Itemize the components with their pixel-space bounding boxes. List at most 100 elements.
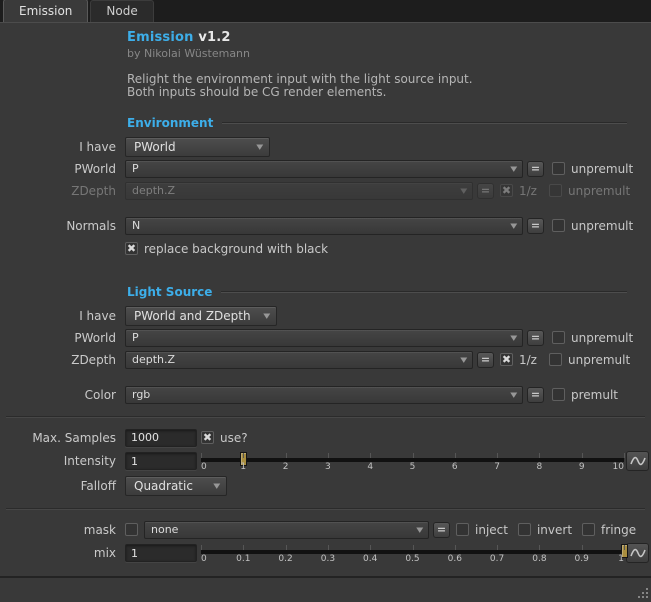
- ls-zdepth-inverse-checkbox[interactable]: ✖: [500, 353, 513, 366]
- ls-pworld-unpremult-checkbox[interactable]: [552, 331, 565, 344]
- slider-tick: [370, 545, 371, 550]
- group-divider: [6, 508, 645, 510]
- slider-tick: [455, 453, 456, 458]
- slider-tick-label: 0.5: [405, 554, 419, 564]
- ls-zdepth-value: depth.Z: [132, 353, 175, 366]
- slider-tick-label: 6: [452, 462, 458, 472]
- slider-tick: [328, 545, 329, 550]
- slider-tick-label: 0: [201, 554, 207, 564]
- env-pworld-unpremult-label: unpremult: [571, 162, 633, 176]
- slider-tick-label: 2: [283, 462, 289, 472]
- slider-tick-label: 1: [240, 462, 246, 472]
- env-pworld-row: PWorld P ▼ = unpremult: [0, 159, 649, 178]
- chevron-down-icon: ▼: [510, 165, 517, 173]
- ls-pworld-value: P: [132, 331, 139, 344]
- slider-tick: [370, 453, 371, 458]
- light-source-section-title: Light Source: [127, 285, 212, 299]
- env-normals-channel-dropdown[interactable]: N ▼: [125, 217, 523, 235]
- chevron-down-icon: ▼: [460, 187, 467, 195]
- slider-tick-label: 5: [410, 462, 416, 472]
- max-samples-use-checkbox[interactable]: ✖: [201, 431, 214, 444]
- env-pworld-label: PWorld: [0, 162, 125, 176]
- ls-ihave-value: PWorld and ZDepth: [134, 309, 251, 323]
- intensity-label: Intensity: [0, 454, 125, 468]
- falloff-dropdown[interactable]: Quadratic ▼: [125, 476, 227, 496]
- env-normals-equals-button[interactable]: =: [527, 218, 544, 234]
- ls-color-premult-checkbox[interactable]: [552, 388, 565, 401]
- ls-zdepth-channel-dropdown[interactable]: depth.Z ▼: [125, 351, 473, 369]
- chevron-down-icon: ▼: [510, 334, 517, 342]
- fringe-checkbox[interactable]: [582, 523, 595, 536]
- ls-zdepth-inverse-label: 1/z: [519, 353, 537, 367]
- env-pworld-channel-dropdown[interactable]: P ▼: [125, 160, 523, 178]
- env-pworld-equals-button[interactable]: =: [527, 161, 544, 177]
- ls-pworld-unpremult-label: unpremult: [571, 331, 633, 345]
- mask-channel-dropdown[interactable]: none ▼: [144, 521, 429, 539]
- ls-pworld-row: PWorld P ▼ = unpremult: [0, 328, 649, 347]
- ls-ihave-dropdown[interactable]: PWorld and ZDepth ▼: [125, 306, 277, 326]
- inject-checkbox[interactable]: [456, 523, 469, 536]
- page-title: Emission v1.2: [127, 30, 651, 45]
- intensity-input[interactable]: [125, 452, 197, 470]
- author-byline: by Nikolai Wüstemann: [127, 47, 651, 60]
- resize-grip-icon[interactable]: [636, 586, 649, 599]
- slider-tick: [582, 545, 583, 550]
- env-zdepth-unpremult-checkbox: [549, 184, 562, 197]
- env-replace-bg-row: ✖ replace background with black: [0, 239, 649, 258]
- slider-tick: [201, 545, 202, 550]
- ls-pworld-channel-dropdown[interactable]: P ▼: [125, 329, 523, 347]
- env-ihave-dropdown[interactable]: PWorld ▼: [125, 137, 270, 157]
- slider-tick-label: 0.6: [448, 554, 462, 564]
- mix-curve-editor-button[interactable]: [626, 543, 649, 563]
- ls-color-row: Color rgb ▼ = premult: [0, 385, 649, 404]
- slider-tick: [243, 453, 244, 458]
- ls-zdepth-row: ZDepth depth.Z ▼ = ✖ 1/z unpremult: [0, 350, 649, 369]
- mix-label: mix: [0, 546, 125, 560]
- ls-zdepth-unpremult-checkbox[interactable]: [549, 353, 562, 366]
- env-zdepth-channel-dropdown: depth.Z ▼: [125, 182, 473, 200]
- mask-equals-button[interactable]: =: [433, 522, 450, 538]
- mix-slider[interactable]: 00.10.20.30.40.50.60.70.80.91: [201, 542, 624, 564]
- slider-tick: [286, 545, 287, 550]
- env-pworld-value: P: [132, 162, 139, 175]
- replace-background-label: replace background with black: [144, 242, 328, 256]
- tab-emission[interactable]: Emission: [3, 0, 88, 22]
- max-samples-input[interactable]: [125, 429, 197, 447]
- slider-tick: [243, 545, 244, 550]
- mask-value: none: [151, 523, 178, 536]
- env-ihave-value: PWorld: [134, 140, 176, 154]
- chevron-down-icon: ▼: [416, 526, 423, 534]
- ls-color-premult-label: premult: [571, 388, 618, 402]
- intensity-curve-editor-button[interactable]: [626, 451, 649, 471]
- mask-enable-checkbox[interactable]: [125, 523, 138, 536]
- light-source-section-header: Light Source: [127, 285, 627, 299]
- tab-node[interactable]: Node: [90, 0, 153, 22]
- ls-pworld-equals-button[interactable]: =: [527, 330, 544, 346]
- slider-tick-label: 0.9: [575, 554, 589, 564]
- ls-zdepth-equals-button[interactable]: =: [477, 352, 494, 368]
- ls-ihave-row: I have PWorld and ZDepth ▼: [0, 305, 649, 326]
- env-pworld-unpremult-checkbox[interactable]: [552, 162, 565, 175]
- env-ihave-row: I have PWorld ▼: [0, 136, 649, 157]
- ls-color-channel-dropdown[interactable]: rgb ▼: [125, 386, 523, 404]
- mix-row: mix 00.10.20.30.40.50.60.70.80.91: [0, 542, 649, 564]
- env-normals-value: N: [132, 219, 140, 232]
- replace-background-checkbox[interactable]: ✖: [125, 242, 138, 255]
- plugin-name: Emission: [127, 30, 194, 45]
- slider-tick-label: 7: [494, 462, 500, 472]
- mix-input[interactable]: [125, 544, 197, 562]
- slider-tick-label: 0.7: [490, 554, 504, 564]
- curve-icon: [630, 547, 646, 559]
- slider-tick: [582, 453, 583, 458]
- slider-tick-label: 4: [367, 462, 373, 472]
- slider-tick: [201, 453, 202, 458]
- invert-checkbox[interactable]: [518, 523, 531, 536]
- invert-label: invert: [537, 523, 572, 537]
- intensity-slider[interactable]: 012345678910: [201, 450, 624, 472]
- node-properties-panel: Emission Node Emission v1.2 by Nikolai W…: [0, 0, 651, 602]
- env-normals-unpremult-checkbox[interactable]: [552, 219, 565, 232]
- env-zdepth-row: ZDepth depth.Z ▼ = ✖ 1/z unpremult: [0, 181, 649, 200]
- slider-tick: [624, 545, 625, 550]
- ls-zdepth-unpremult-label: unpremult: [568, 353, 630, 367]
- ls-color-equals-button[interactable]: =: [527, 387, 544, 403]
